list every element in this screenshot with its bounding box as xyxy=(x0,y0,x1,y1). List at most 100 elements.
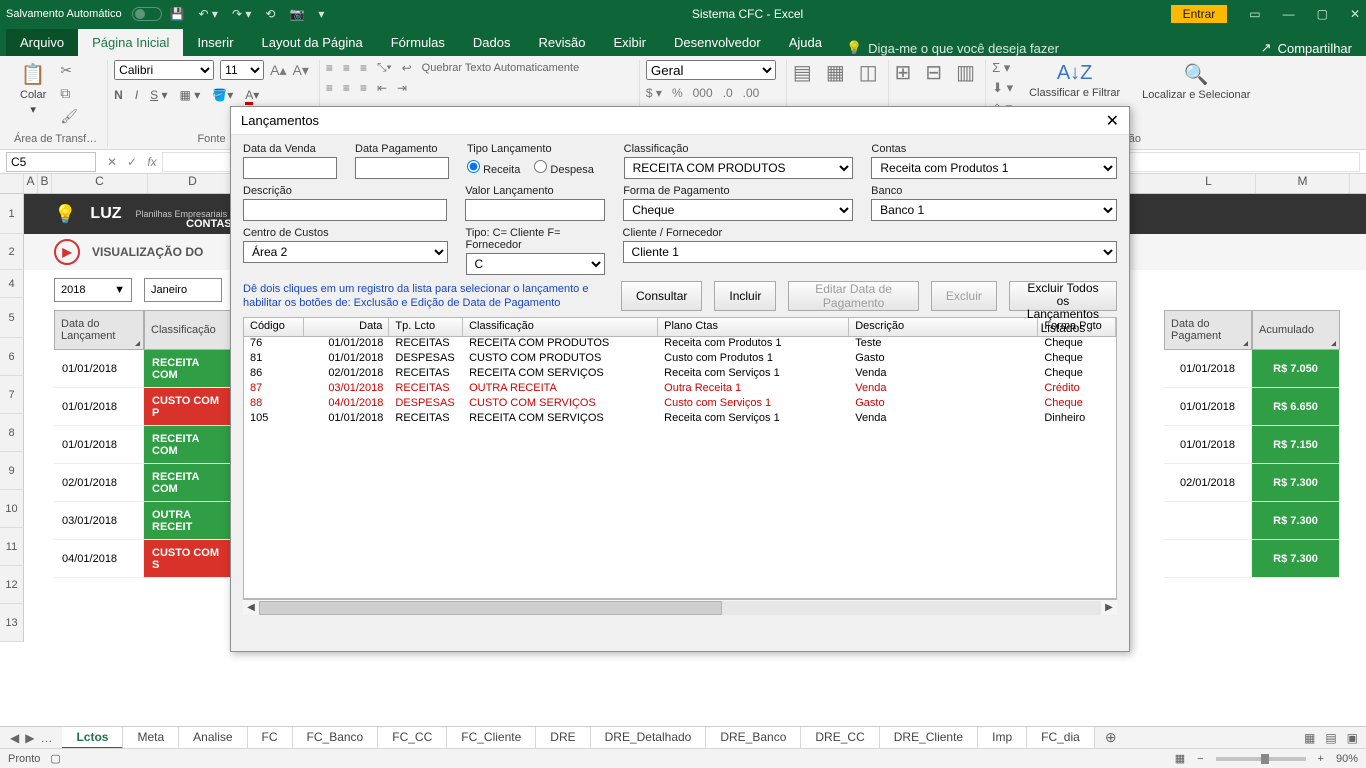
table-row[interactable]: 01/01/2018R$ 6.650 xyxy=(1164,388,1340,426)
view-layout-icon[interactable]: ▤ xyxy=(1325,731,1336,745)
excluir-todos-button[interactable]: Excluir Todos os Lançamentos Listados xyxy=(1009,281,1117,311)
tab-home[interactable]: Página Inicial xyxy=(78,29,183,56)
editar-button[interactable]: Editar Data de Pagamento xyxy=(788,281,918,311)
tab-data[interactable]: Dados xyxy=(459,29,525,56)
month-filter[interactable]: Janeiro xyxy=(144,278,222,302)
percent-icon[interactable]: % xyxy=(672,86,683,100)
underline-icon[interactable]: S ▾ xyxy=(150,88,167,102)
sheet-tab[interactable]: Lctos xyxy=(62,727,123,749)
dec-dec-icon[interactable]: .00 xyxy=(743,86,760,100)
tab-help[interactable]: Ajuda xyxy=(775,29,836,56)
input-data-pag[interactable] xyxy=(355,157,449,179)
macro-record-icon[interactable]: ▢ xyxy=(50,752,60,765)
row-header[interactable]: 7 xyxy=(0,376,24,414)
tell-me[interactable]: 💡 Diga-me o que você deseja fazer xyxy=(846,40,1059,56)
display-settings-icon[interactable]: ▦ xyxy=(1175,752,1185,765)
consultar-button[interactable]: Consultar xyxy=(621,281,702,311)
tab-scroll-left-icon[interactable]: ◀ xyxy=(10,731,19,745)
table-row[interactable]: R$ 7.300 xyxy=(1164,502,1340,540)
sheet-tab[interactable]: FC_Cliente xyxy=(447,727,536,749)
table-row[interactable]: 01/01/2018CUSTO COM P xyxy=(24,388,232,426)
sheet-tab[interactable]: DRE xyxy=(536,727,590,749)
sheet-tab[interactable]: FC_Banco xyxy=(293,727,379,749)
indent-dec-icon[interactable]: ⇤ xyxy=(377,81,387,95)
fill-icon[interactable]: ⬇ ▾ xyxy=(992,80,1013,96)
insert-cells-icon[interactable]: ⊞ xyxy=(895,60,912,85)
enter-formula-icon[interactable]: ✓ xyxy=(122,155,142,169)
hdr-date[interactable]: Data do Lançament xyxy=(54,310,144,350)
font-color-icon[interactable]: A▾ xyxy=(245,88,259,102)
sheet-tab[interactable]: Analise xyxy=(179,727,247,749)
table-row[interactable]: 01/01/2018RECEITA COM xyxy=(24,426,232,464)
fx-icon[interactable]: fx xyxy=(142,155,162,169)
col-D[interactable]: D xyxy=(148,174,238,193)
input-desc[interactable] xyxy=(243,199,447,221)
col-tp[interactable]: Tp. Lcto xyxy=(389,318,463,336)
wrap-text-icon[interactable]: ↩ xyxy=(402,61,412,75)
dialog-hscroll[interactable]: ◀ ▶ xyxy=(243,599,1117,615)
row-header[interactable]: 13 xyxy=(0,604,24,642)
tab-layout[interactable]: Layout da Página xyxy=(248,29,377,56)
col-A[interactable]: A xyxy=(24,174,38,193)
new-sheet-icon[interactable]: ⊕ xyxy=(1095,729,1127,746)
incluir-button[interactable]: Incluir xyxy=(714,281,776,311)
align-right-icon[interactable]: ≡ xyxy=(360,81,367,95)
tab-review[interactable]: Revisão xyxy=(525,29,600,56)
fill-color-icon[interactable]: 🪣▾ xyxy=(212,88,233,102)
row-header[interactable]: 4 xyxy=(0,270,24,298)
col-fp[interactable]: Forma Pgto xyxy=(1038,318,1116,336)
close-window-icon[interactable]: ✕ xyxy=(1350,7,1360,21)
currency-icon[interactable]: $ ▾ xyxy=(646,86,662,100)
tab-view[interactable]: Exibir xyxy=(599,29,660,56)
inc-dec-icon[interactable]: .0 xyxy=(723,86,733,100)
radio-despesa[interactable]: Despesa xyxy=(534,160,593,176)
row-header[interactable]: 1 xyxy=(0,194,24,234)
tab-scroll-right-icon[interactable]: ▶ xyxy=(25,731,34,745)
zoom-in-icon[interactable]: + xyxy=(1318,753,1324,765)
hdr-acum[interactable]: Acumulado xyxy=(1252,310,1340,350)
input-data-venda[interactable] xyxy=(243,157,337,179)
col-data[interactable]: Data xyxy=(304,318,390,336)
hdr-paydate[interactable]: Data do Pagament xyxy=(1164,310,1252,350)
decrease-font-icon[interactable]: A▾ xyxy=(293,62,309,79)
sheet-tab[interactable]: FC_CC xyxy=(378,727,447,749)
view-break-icon[interactable]: ▣ xyxy=(1347,731,1358,745)
cell-styles-icon[interactable]: ◫ xyxy=(859,60,878,85)
zoom-out-icon[interactable]: − xyxy=(1197,753,1203,765)
select-class[interactable]: RECEITA COM PRODUTOS xyxy=(624,157,854,179)
col-desc[interactable]: Descrição xyxy=(849,318,1038,336)
list-row[interactable]: 10501/01/2018RECEITASRECEITA COM SERVIÇO… xyxy=(244,412,1116,427)
sheet-tab[interactable]: FC_dia xyxy=(1027,727,1095,749)
ribbon-options-icon[interactable]: ▭ xyxy=(1249,7,1260,21)
comma-icon[interactable]: 000 xyxy=(693,86,713,100)
col-codigo[interactable]: Código xyxy=(244,318,304,336)
refresh-icon[interactable]: ⟲ xyxy=(265,7,275,21)
list-row[interactable]: 7601/01/2018RECEITASRECEITA COM PRODUTOS… xyxy=(244,337,1116,352)
row-header[interactable]: 12 xyxy=(0,566,24,604)
font-name-select[interactable]: Calibri xyxy=(114,60,214,80)
row-header[interactable]: 8 xyxy=(0,414,24,452)
autosave-toggle[interactable] xyxy=(132,7,162,21)
tab-developer[interactable]: Desenvolvedor xyxy=(660,29,775,56)
sheet-tab[interactable]: FC xyxy=(248,727,293,749)
format-table-icon[interactable]: ▦ xyxy=(826,60,845,85)
cancel-formula-icon[interactable]: ✕ xyxy=(102,155,122,169)
cut-icon[interactable]: ✂ xyxy=(60,62,78,79)
sheet-tab[interactable]: Meta xyxy=(123,727,179,749)
select-centro[interactable]: Área 2 xyxy=(243,241,448,263)
close-icon[interactable]: ✕ xyxy=(1106,111,1119,131)
tab-insert[interactable]: Inserir xyxy=(183,29,247,56)
paste-button[interactable]: 📋 Colar ▾ xyxy=(14,60,52,118)
list-row[interactable]: 8703/01/2018RECEITASOUTRA RECEITAOutra R… xyxy=(244,382,1116,397)
col-plano[interactable]: Plano Ctas xyxy=(658,318,849,336)
autosum-icon[interactable]: Σ ▾ xyxy=(992,60,1013,76)
sheet-tab[interactable]: DRE_Banco xyxy=(706,727,801,749)
table-row[interactable]: 03/01/2018OUTRA RECEIT xyxy=(24,502,232,540)
sheet-tab[interactable]: Imp xyxy=(978,727,1027,749)
align-center-icon[interactable]: ≡ xyxy=(343,81,350,95)
scroll-right-icon[interactable]: ▶ xyxy=(1101,602,1117,613)
delete-cells-icon[interactable]: ⊟ xyxy=(925,60,942,85)
format-cells-icon[interactable]: ▥ xyxy=(956,60,975,85)
list-row[interactable]: 8602/01/2018RECEITASRECEITA COM SERVIÇOS… xyxy=(244,367,1116,382)
share-button[interactable]: ↗ Compartilhar xyxy=(1261,40,1352,56)
